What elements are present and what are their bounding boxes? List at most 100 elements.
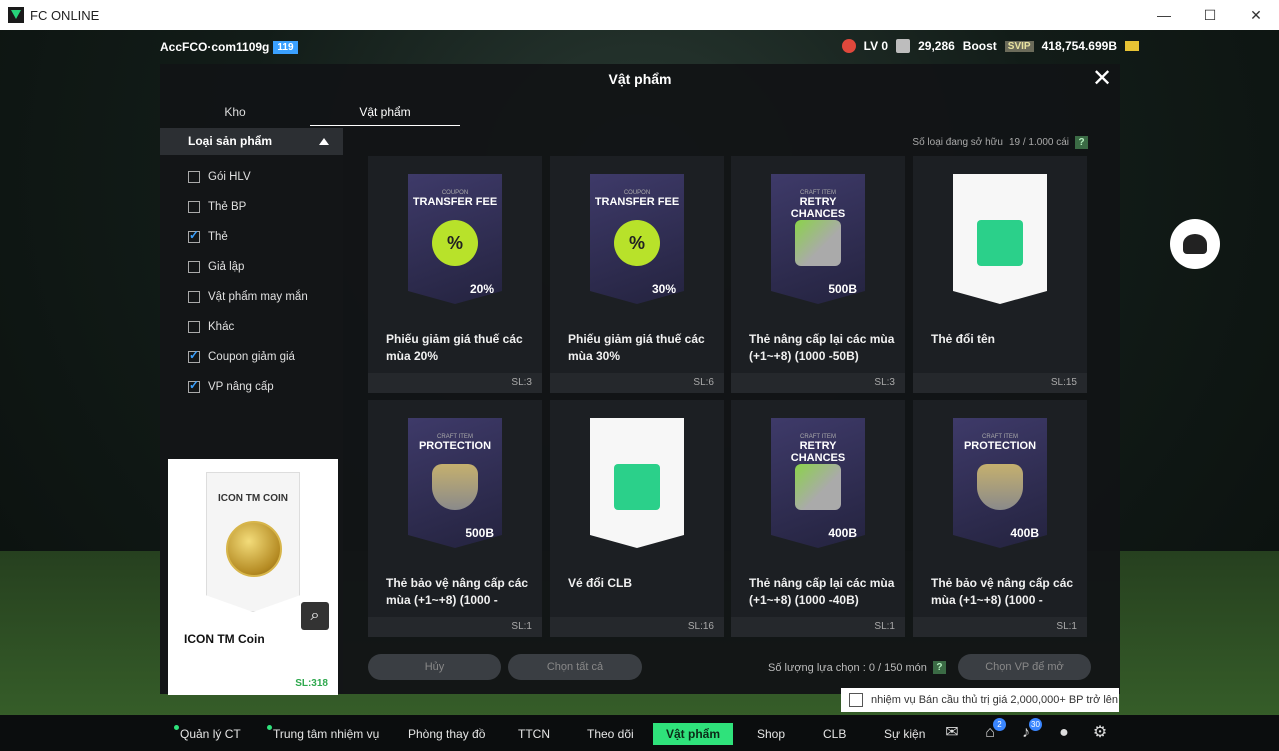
owned-value: 19 / 1.000 cái <box>1008 137 1069 148</box>
filter-item[interactable]: VP nâng cấp <box>188 372 308 402</box>
item-card[interactable]: Vé đổi CLB SL:16 <box>550 400 724 637</box>
bp-value: 418,754.699B <box>1041 39 1117 53</box>
item-name: Phiếu giảm giá thuế các mùa 20% <box>386 332 523 363</box>
item-card[interactable]: CRAFT ITEM RETRY CHANCES 500B Thẻ nâng cấp … <box>731 156 905 393</box>
item-card[interactable]: CRAFT ITEM PROTECTION 400B Thẻ bảo vệ nâng … <box>913 400 1087 637</box>
pack-label: CRAFT ITEM PROTECTION <box>953 434 1047 452</box>
checkbox[interactable] <box>188 291 200 303</box>
filter-item[interactable]: Gói HLV <box>188 162 308 192</box>
selection-count: Số lượng lựa chọn : 0 / 150 món ? <box>768 661 946 674</box>
modal-title: Vật phẩm <box>608 71 672 87</box>
item-emblem-icon <box>795 220 841 266</box>
help-icon[interactable]: ? <box>932 661 946 674</box>
gear-icon[interactable]: ⚙ <box>1090 724 1110 742</box>
boost-label: Boost <box>962 39 997 53</box>
filter-item[interactable]: Vật phẩm may mắn <box>188 282 308 312</box>
item-qty: SL:1 <box>511 621 532 632</box>
item-emblem-icon <box>795 464 841 510</box>
help-icon[interactable]: ? <box>1075 136 1088 149</box>
filter-item[interactable]: Thẻ <box>188 222 308 252</box>
item-art: CRAFT ITEM RETRY CHANCES 400B <box>771 418 865 548</box>
category-header-label: Loại sản phẩm <box>188 134 273 148</box>
item-card[interactable]: CRAFT ITEM RETRY CHANCES 400B Thẻ nâng cấp … <box>731 400 905 637</box>
nav-su-kien[interactable]: Sự kiện <box>876 723 933 745</box>
chat-icon[interactable]: ✉ <box>942 724 962 742</box>
cancel-button[interactable]: Hủy <box>368 654 501 680</box>
tab-kho[interactable]: Kho <box>160 100 310 126</box>
item-card[interactable]: COUPON TRANSFER FEE% 20% Phiếu giảm giá thu… <box>368 156 542 393</box>
choose-item-button[interactable]: Chọn VP để mở <box>958 654 1091 680</box>
item-art <box>590 418 684 548</box>
calendar-icon <box>849 693 863 707</box>
pack-value: 500B <box>828 282 857 296</box>
checkbox[interactable] <box>188 171 200 183</box>
checkbox[interactable] <box>188 228 200 243</box>
minimize-button[interactable]: — <box>1141 0 1187 30</box>
coin-icon <box>226 521 282 577</box>
item-qty: SL:3 <box>511 377 532 388</box>
item-name: Thẻ đổi tên <box>931 332 995 346</box>
filter-item[interactable]: Thẻ BP <box>188 192 308 222</box>
profile-icon[interactable]: ● <box>1054 724 1074 742</box>
item-emblem-icon <box>977 464 1023 510</box>
filter-item[interactable]: Giả lập <box>188 252 308 282</box>
bell-icon[interactable]: ♪ 30 <box>1016 718 1042 742</box>
category-header[interactable]: Loại sản phẩm <box>160 128 343 155</box>
nav-quan-ly-ct[interactable]: Quản lý CT <box>172 723 249 745</box>
item-qty: SL:15 <box>1050 377 1077 388</box>
item-preview-card: ICON TM COIN ⌕ ICON TM Coin SL:318 <box>168 459 338 695</box>
item-card[interactable]: CRAFT ITEM PROTECTION 500B Thẻ bảo vệ nâng … <box>368 400 542 637</box>
nav-vat-pham[interactable]: Vật phẩm <box>653 723 733 745</box>
notification-toast[interactable]: nhiệm vụ Bán cầu thủ trị giá 2,000,000+ … <box>841 688 1119 712</box>
filter-item[interactable]: Khác <box>188 312 308 342</box>
maximize-button[interactable]: ☐ <box>1187 0 1233 30</box>
tab-vat-pham[interactable]: Vật phẩm <box>310 100 460 126</box>
close-icon[interactable]: ✕ <box>1090 67 1114 92</box>
item-emblem-icon: % <box>432 220 478 266</box>
select-all-button[interactable]: Chọn tất cả <box>508 654 642 680</box>
pack-label: CRAFT ITEM PROTECTION <box>408 434 502 452</box>
preview-item-qty: SL:318 <box>295 678 328 689</box>
filter-item[interactable]: Coupon giảm giá <box>188 342 308 372</box>
currency-stats: LV 0 29,286 Boost SVIP 418,754.699B <box>841 39 1139 53</box>
pack-label: COUPON TRANSFER FEE <box>590 190 684 208</box>
fc-online-logo-icon <box>8 7 24 23</box>
nav-label: Quản lý CT <box>180 727 241 741</box>
item-name: Thẻ bảo vệ nâng cấp các mùa (+1~+8) (100… <box>931 576 1074 607</box>
nav-shop[interactable]: Shop <box>749 723 793 745</box>
nav-ttcn[interactable]: TTCN <box>510 723 558 745</box>
item-name: Phiếu giảm giá thuế các mùa 30% <box>568 332 705 363</box>
item-art: CRAFT ITEM PROTECTION 500B <box>408 418 502 548</box>
level-icon <box>841 39 856 53</box>
pack-value: 500B <box>465 526 494 540</box>
item-card[interactable]: Thẻ đổi tên SL:15 <box>913 156 1087 393</box>
coin-value: 29,286 <box>918 39 955 53</box>
nav-clb[interactable]: CLB <box>815 723 854 745</box>
lv-value: LV 0 <box>863 39 889 53</box>
pack-value: 30% <box>651 282 676 296</box>
owned-count: Số loại đang sở hữu 19 / 1.000 cái ? <box>912 136 1088 149</box>
nav-trung-tam-nhiem-vu[interactable]: Trung tâm nhiệm vụ <box>265 723 387 745</box>
checkbox[interactable] <box>188 321 200 333</box>
checkbox[interactable] <box>188 378 200 393</box>
account-info: AccFCO·com1109g 119 <box>160 40 298 54</box>
checkbox[interactable] <box>188 261 200 273</box>
item-qty-bar: SL:1 <box>913 617 1087 637</box>
item-qty-bar: SL:1 <box>731 617 905 637</box>
magnifier-icon[interactable]: ⌕ <box>301 602 329 630</box>
nav-phong-thay-do[interactable]: Phòng thay đồ <box>400 723 493 745</box>
nav-theo-doi[interactable]: Theo dõi <box>579 723 642 745</box>
top-status-bar: AccFCO·com1109g 119 LV 0 29,286 Boost SV… <box>0 30 1279 64</box>
support-chat-button[interactable] <box>1170 219 1220 269</box>
preview-item-name: ICON TM Coin <box>184 632 265 646</box>
selection-count-label: Số lượng lựa chọn : 0 / 150 món <box>768 661 927 674</box>
checkbox[interactable] <box>188 348 200 363</box>
preview-card-label: ICON TM COIN <box>218 493 288 504</box>
filter-list: Gói HLV Thẻ BP Thẻ Giả lập Vật phẩm may … <box>188 162 308 402</box>
checkbox[interactable] <box>188 201 200 213</box>
mailbox-icon[interactable]: ⌂ 2 <box>980 718 1006 742</box>
item-card[interactable]: COUPON TRANSFER FEE% 30% Phiếu giảm giá thu… <box>550 156 724 393</box>
close-window-button[interactable]: ✕ <box>1233 0 1279 30</box>
pack-title: PROTECTION <box>418 440 492 452</box>
pack-value: 400B <box>828 526 857 540</box>
